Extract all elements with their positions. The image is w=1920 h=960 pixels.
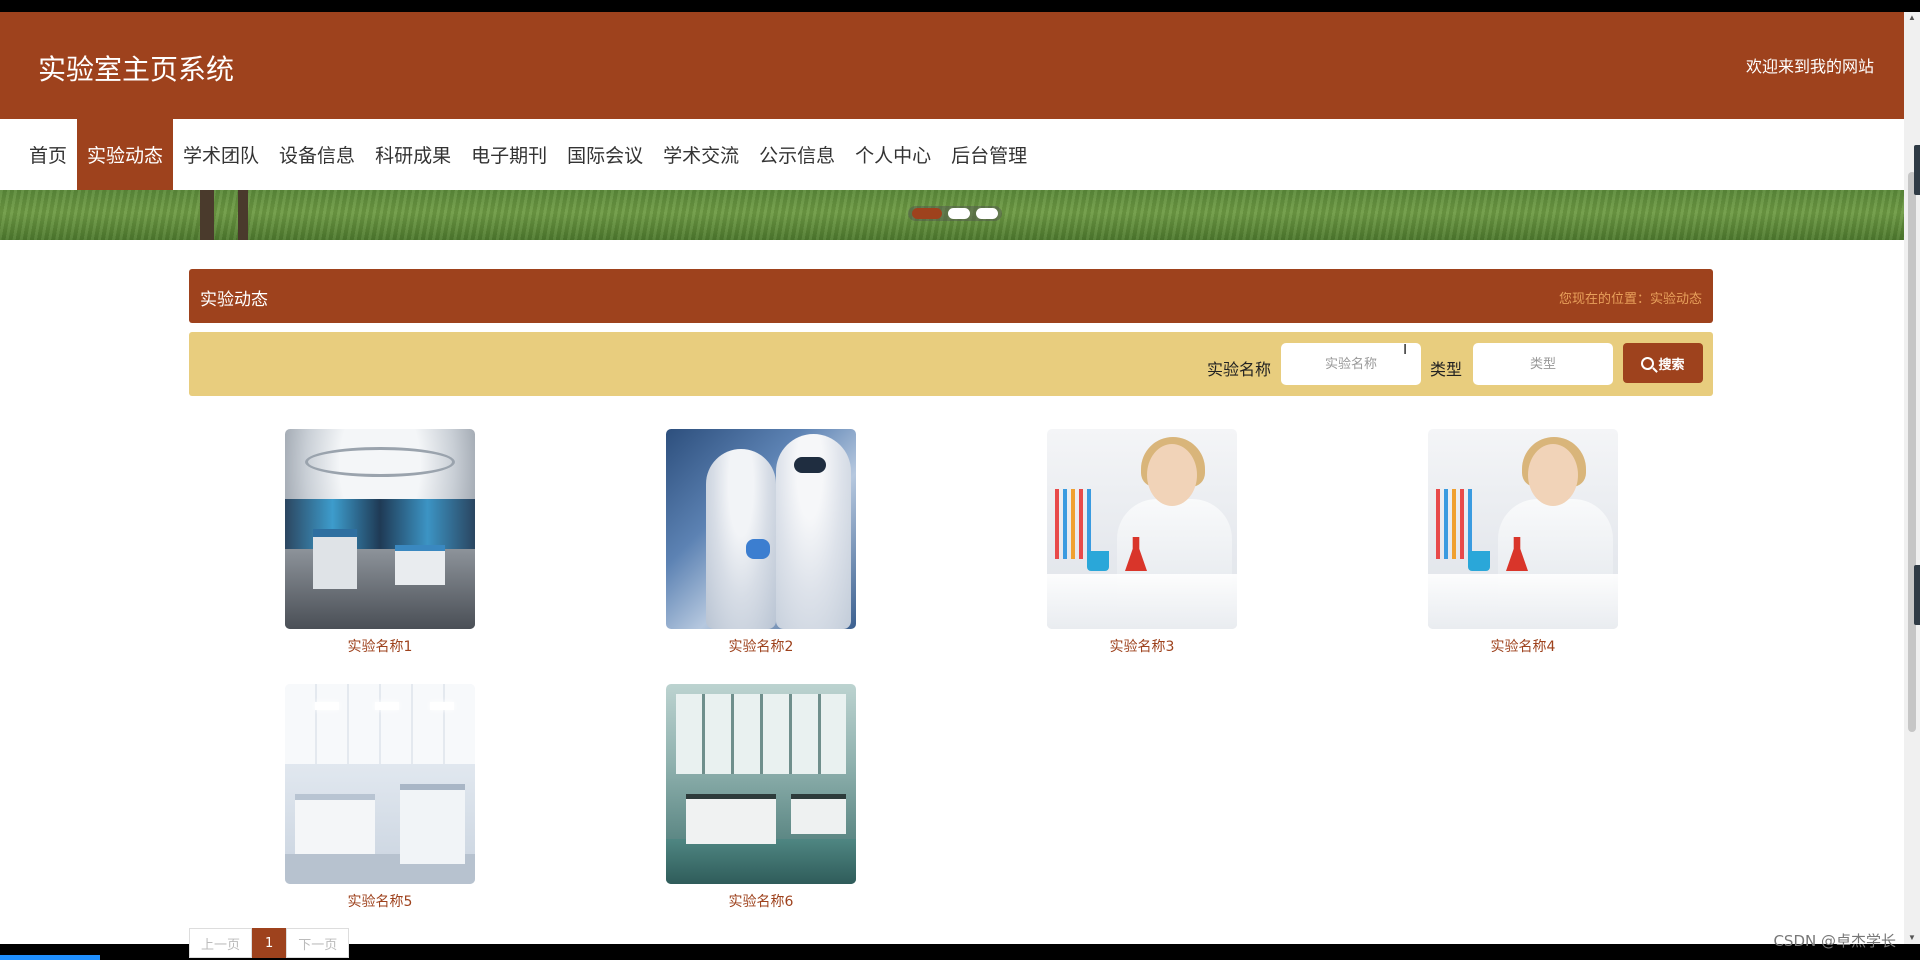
experiment-image[interactable] <box>666 429 856 629</box>
beaker <box>1468 551 1490 571</box>
ceiling-light <box>375 702 399 710</box>
list-item[interactable]: 实验名称4 <box>1428 429 1618 656</box>
site-title[interactable]: 实验室主页系统 <box>38 48 234 88</box>
scroll-down-arrow-icon[interactable]: ▼ <box>1908 934 1916 942</box>
carousel-dot-2[interactable] <box>948 208 970 219</box>
nav-item-conferences[interactable]: 国际会议 <box>557 119 653 190</box>
lab-bench <box>686 794 776 844</box>
pager-anchor <box>189 12 190 13</box>
nav-item-e-journals[interactable]: 电子期刊 <box>461 119 557 190</box>
name-search-input[interactable] <box>1281 343 1421 385</box>
test-tubes <box>1055 489 1095 559</box>
lab-bench <box>791 794 846 834</box>
test-tubes <box>1436 489 1476 559</box>
lab-bench <box>295 794 375 854</box>
face <box>1147 444 1197 506</box>
search-button[interactable]: 搜索 <box>1623 343 1703 383</box>
floor <box>666 839 856 884</box>
ceiling-light <box>430 702 454 710</box>
lab-table <box>1428 574 1618 629</box>
prev-page-button[interactable]: 上一页 <box>189 928 253 958</box>
section-title-bar: 实验动态 您现在的位置：实验动态 <box>189 269 1713 323</box>
taskbar-progress <box>0 955 100 960</box>
section-title: 实验动态 <box>200 290 268 310</box>
nav-item-academic-exchange[interactable]: 学术交流 <box>653 119 749 190</box>
list-item[interactable]: 实验名称3 <box>1047 429 1237 656</box>
experiment-name[interactable]: 实验名称6 <box>666 891 856 911</box>
watermark: CSDN @卓杰学长 <box>1773 932 1896 950</box>
text-cursor-icon: I <box>1403 341 1408 358</box>
main-nav: 首页 实验动态 学术团队 设备信息 科研成果 电子期刊 国际会议 学术交流 公示… <box>0 119 1904 190</box>
carousel-dot-1[interactable] <box>912 208 942 219</box>
experiment-name[interactable]: 实验名称2 <box>666 636 856 656</box>
ceiling <box>285 684 475 764</box>
carousel-dot-3[interactable] <box>976 208 998 219</box>
window-panels <box>676 694 846 774</box>
nav-item-research-results[interactable]: 科研成果 <box>365 119 461 190</box>
nav-item-announcements[interactable]: 公示信息 <box>749 119 845 190</box>
console <box>395 545 445 585</box>
experiment-name[interactable]: 实验名称3 <box>1047 636 1237 656</box>
next-page-button[interactable]: 下一页 <box>286 928 350 958</box>
browser-viewport: 实验室主页系统 欢迎来到我的网站 首页 实验动态 学术团队 设备信息 科研成果 … <box>0 12 1904 944</box>
nav-item-home[interactable]: 首页 <box>19 119 77 190</box>
type-search-input[interactable] <box>1473 343 1613 385</box>
type-label: 类型 <box>1430 360 1463 379</box>
page-1-button[interactable]: 1 <box>252 928 287 958</box>
nav-item-personal-center[interactable]: 个人中心 <box>845 119 941 190</box>
welcome-text: 欢迎来到我的网站 <box>1745 57 1874 76</box>
banner-carousel[interactable] <box>0 190 1904 240</box>
nav-item-admin[interactable]: 后台管理 <box>941 119 1037 190</box>
console <box>313 529 357 589</box>
ceiling-ring <box>305 447 455 477</box>
experiment-image[interactable] <box>285 429 475 629</box>
side-panel-tab[interactable] <box>1914 145 1920 195</box>
list-item[interactable]: 实验名称6 <box>666 684 856 911</box>
tree-trunk <box>238 190 248 240</box>
experiment-image[interactable] <box>285 684 475 884</box>
name-label: 实验名称 <box>1207 360 1272 379</box>
visor <box>794 457 826 473</box>
experiment-image[interactable] <box>1428 429 1618 629</box>
pagination: 上一页 1 下一页 <box>189 928 350 958</box>
search-icon <box>1641 356 1655 370</box>
side-panel-tab[interactable] <box>1914 565 1920 625</box>
list-item[interactable]: 实验名称5 <box>285 684 475 911</box>
lab-table <box>1047 574 1237 629</box>
breadcrumb: 您现在的位置：实验动态 <box>1558 292 1702 307</box>
main-content: 实验动态 您现在的位置：实验动态 实验名称 类型 搜索 <box>189 269 1713 910</box>
search-bar: 实验名称 类型 搜索 <box>189 332 1713 396</box>
site-header: 实验室主页系统 欢迎来到我的网站 <box>0 12 1904 119</box>
nav-item-lab-news[interactable]: 实验动态 <box>77 119 174 190</box>
glove <box>746 539 770 559</box>
scroll-up-arrow-icon[interactable]: ▲ <box>1908 14 1916 22</box>
carousel-indicators <box>908 206 1002 221</box>
face <box>1528 444 1578 506</box>
experiment-name[interactable]: 实验名称4 <box>1428 636 1618 656</box>
lab-bench <box>400 784 465 864</box>
list-item[interactable]: 实验名称1 <box>285 429 475 656</box>
experiment-name[interactable]: 实验名称5 <box>285 891 475 911</box>
nav-item-academic-team[interactable]: 学术团队 <box>173 119 269 190</box>
experiment-image[interactable] <box>666 684 856 884</box>
scrollbar-thumb[interactable] <box>1908 172 1916 732</box>
tree-trunk <box>200 190 214 240</box>
nav-item-equipment[interactable]: 设备信息 <box>269 119 365 190</box>
ceiling-light <box>315 702 339 710</box>
list-item[interactable]: 实验名称2 <box>666 429 856 656</box>
search-button-label: 搜索 <box>1658 357 1685 373</box>
beaker <box>1087 551 1109 571</box>
experiment-name[interactable]: 实验名称1 <box>285 636 475 656</box>
experiment-image[interactable] <box>1047 429 1237 629</box>
